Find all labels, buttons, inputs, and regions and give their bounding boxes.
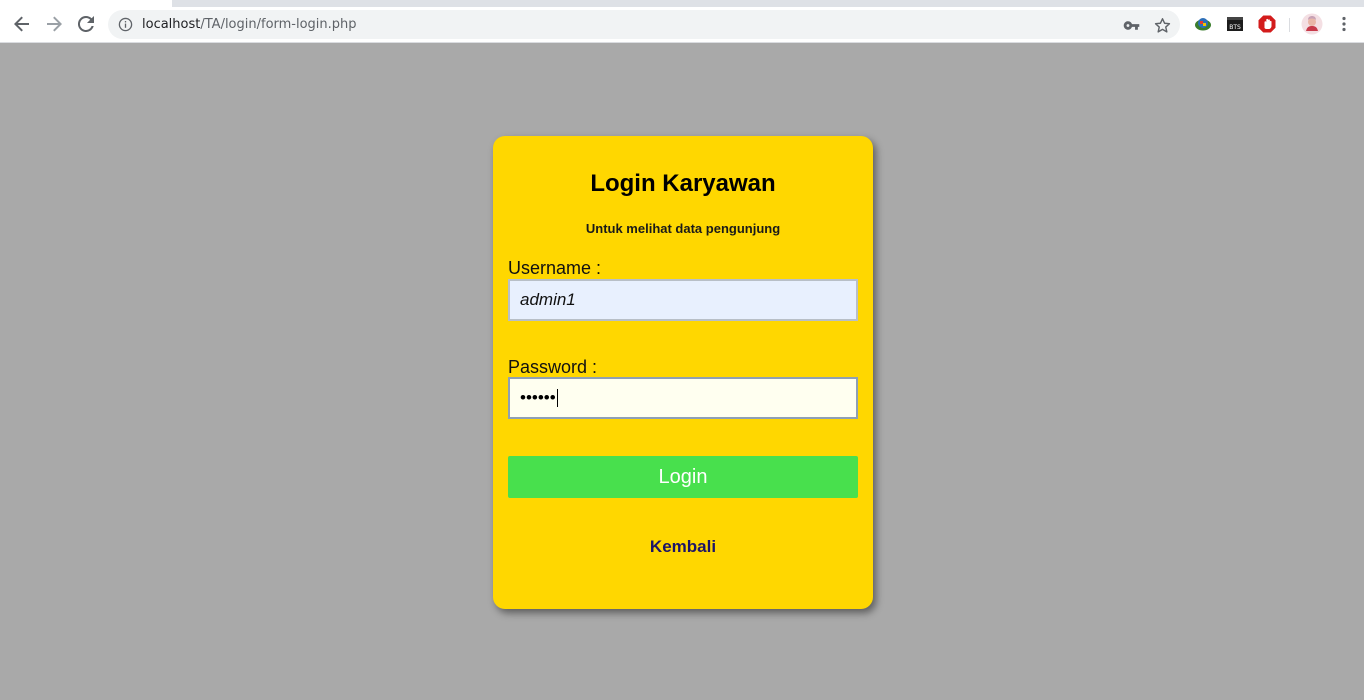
login-title: Login Karyawan — [590, 170, 776, 197]
text-caret — [556, 389, 558, 407]
globe-extension-button[interactable] — [1194, 15, 1212, 33]
bookmark-button[interactable] — [1153, 16, 1171, 34]
globe-extension-icon — [1195, 18, 1211, 31]
active-tab[interactable] — [0, 0, 172, 7]
username-input[interactable]: admin1 — [508, 279, 858, 321]
url-path: /TA/login/form-login.php — [200, 17, 357, 32]
login-button[interactable]: Login — [508, 456, 858, 498]
password-value: •••••• — [520, 388, 556, 407]
profile-button[interactable] — [1301, 13, 1323, 35]
reload-icon — [78, 16, 94, 32]
profile-avatar-icon — [1301, 13, 1323, 35]
back-button[interactable] — [8, 10, 36, 38]
tab-strip — [0, 0, 1364, 7]
username-value: admin1 — [520, 290, 576, 309]
key-icon — [1123, 20, 1139, 30]
forward-button[interactable] — [40, 10, 68, 38]
arrow-left-icon — [14, 16, 29, 32]
bts-extension-button[interactable]: BTS — [1226, 15, 1244, 33]
address-bar[interactable]: localhost/TA/login/form-login.php — [108, 10, 1180, 39]
login-subtitle: Untuk melihat data pengunjung — [585, 221, 781, 236]
username-label: Username : — [508, 258, 602, 278]
info-icon[interactable] — [118, 17, 133, 32]
bts-extension-text: BTS — [1229, 24, 1241, 31]
saved-password-button[interactable] — [1122, 16, 1140, 34]
more-vert-icon — [1342, 16, 1346, 32]
password-input[interactable]: •••••• — [508, 377, 858, 419]
star-icon — [1154, 17, 1170, 33]
url-host: localhost — [142, 17, 201, 32]
adblock-extension-icon — [1258, 15, 1276, 33]
login-card: Login Karyawan Untuk melihat data pengun… — [493, 136, 873, 609]
bts-extension-icon: BTS — [1227, 17, 1243, 31]
password-label: Password : — [508, 357, 598, 377]
reload-button[interactable] — [72, 10, 100, 38]
adblock-extension-button[interactable] — [1258, 15, 1276, 33]
arrow-right-icon — [47, 16, 62, 32]
browser-menu-button[interactable] — [1335, 15, 1353, 33]
toolbar-separator — [1289, 18, 1290, 32]
back-link[interactable]: Kembali — [493, 537, 873, 557]
url-text[interactable]: localhost/TA/login/form-login.php — [142, 17, 357, 32]
browser-toolbar: localhost/TA/login/form-login.php BTS — [0, 7, 1364, 43]
